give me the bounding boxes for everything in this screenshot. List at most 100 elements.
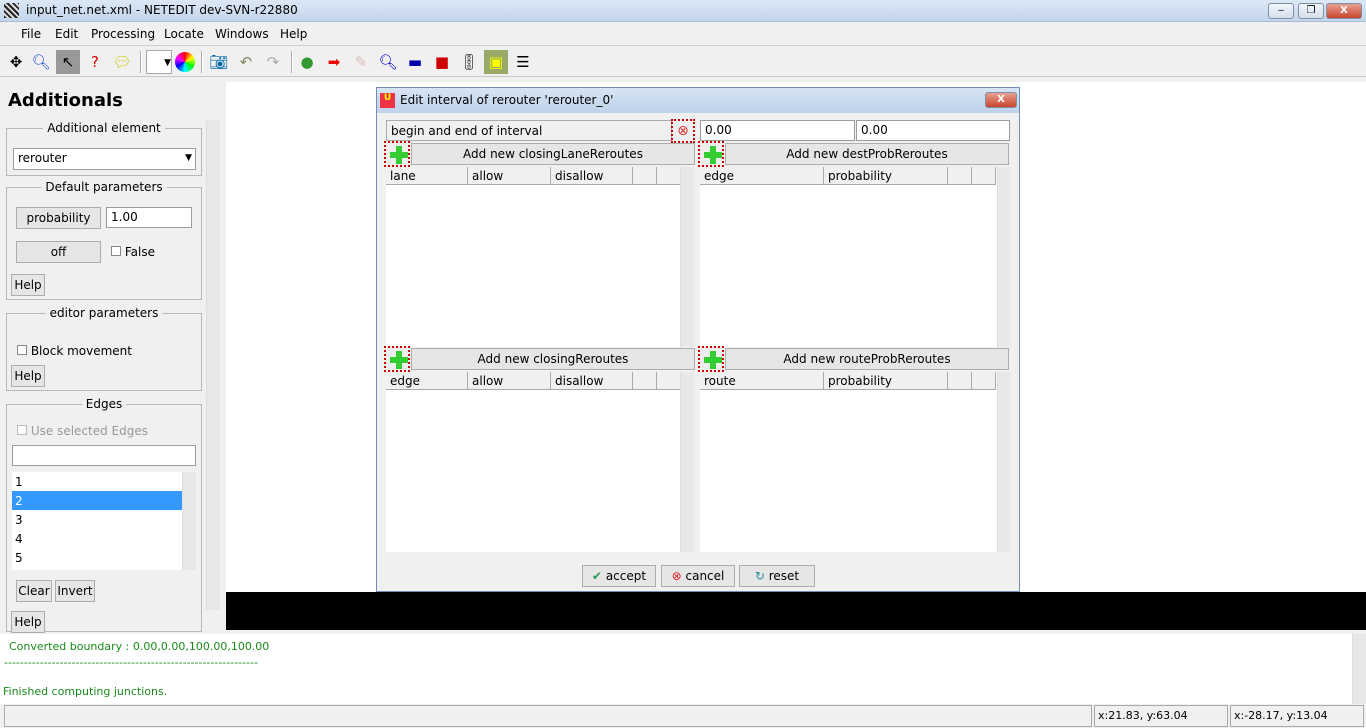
column-header[interactable]: allow — [468, 167, 551, 185]
add-route-prob-reroutes-button[interactable]: Add new routeProbReroutes — [725, 348, 1009, 370]
closing-lane-table: lane allow disallow — [386, 167, 694, 347]
inspect-icon[interactable]: ↖ — [56, 50, 80, 74]
additional-element-select[interactable]: rerouter ▼ — [13, 148, 196, 170]
chevron-down-icon: ▼ — [185, 153, 192, 163]
column-header[interactable]: edge — [386, 372, 468, 390]
probability-button[interactable]: probability — [16, 207, 101, 229]
invert-button[interactable]: Invert — [55, 580, 95, 602]
begin-input[interactable]: 0.00 — [700, 120, 855, 141]
close-button[interactable]: X — [1326, 3, 1362, 19]
menu-locate[interactable]: Locate — [164, 27, 204, 41]
add-dest-prob-icon[interactable] — [698, 141, 724, 167]
column-header[interactable]: edge — [700, 167, 824, 185]
reset-button[interactable]: ↻ reset — [739, 565, 815, 587]
column-header — [972, 167, 996, 185]
table-scrollbar[interactable] — [997, 372, 1011, 552]
help-button[interactable]: Help — [11, 611, 45, 633]
column-header[interactable]: lane — [386, 167, 468, 185]
false-checkbox[interactable]: False — [111, 245, 155, 259]
eraser-icon[interactable]: ✎ — [349, 50, 373, 74]
closing-table: edge allow disallow — [386, 372, 694, 552]
menu-file[interactable]: File — [21, 27, 41, 41]
help-button[interactable]: Help — [11, 365, 45, 387]
reset-icon: ↻ — [754, 569, 765, 583]
probability-input[interactable]: 1.00 — [106, 207, 192, 228]
table-scrollbar[interactable] — [997, 167, 1011, 347]
list-item[interactable]: 4 — [12, 529, 196, 548]
table-scrollbar[interactable] — [680, 372, 694, 552]
maximize-button[interactable]: ❐ — [1298, 3, 1324, 19]
edges-search-input[interactable] — [12, 445, 196, 466]
add-route-prob-icon[interactable] — [698, 346, 724, 372]
undo-icon[interactable]: ↶ — [234, 50, 258, 74]
edit-interval-dialog: U Edit interval of rerouter 'rerouter_0'… — [376, 87, 1020, 592]
junction-icon[interactable]: ■ — [430, 50, 454, 74]
rerouter-icon: U — [380, 93, 395, 108]
list-item[interactable]: 5 — [12, 548, 196, 567]
list-item[interactable]: 1 — [12, 472, 196, 491]
column-header — [657, 372, 681, 390]
add-dest-prob-reroutes-button[interactable]: Add new destProbReroutes — [725, 143, 1009, 165]
mode-dropdown[interactable]: ▼ — [146, 50, 172, 74]
group-label: Edges — [81, 397, 127, 411]
status-coord-geo: x:-28.17, y:13.04 — [1230, 705, 1364, 727]
remove-icon[interactable]: ⊗ — [671, 119, 695, 143]
color-wheel-icon[interactable] — [175, 52, 195, 72]
list-icon[interactable]: ☰ — [511, 50, 535, 74]
column-header[interactable]: probability — [824, 167, 948, 185]
connection-icon[interactable]: ● — [295, 50, 319, 74]
column-header[interactable]: probability — [824, 372, 948, 390]
end-input[interactable]: 0.00 — [856, 120, 1010, 141]
use-selected-edges-checkbox[interactable]: Use selected Edges — [17, 424, 148, 438]
selected-value: rerouter — [18, 151, 67, 165]
menu-help[interactable]: Help — [280, 27, 307, 41]
add-closing-lane-icon[interactable] — [384, 141, 410, 167]
arrow-icon[interactable]: ➡ — [322, 50, 346, 74]
additional-icon[interactable]: ▣ — [484, 50, 508, 74]
add-closing-icon[interactable] — [384, 346, 410, 372]
title-bar: input_net.net.xml - NETEDIT dev-SVN-r228… — [0, 0, 1366, 22]
group-label: Default parameters — [41, 180, 167, 194]
canvas-bottom — [226, 592, 1366, 630]
log-line: Finished computing junctions. — [3, 685, 168, 698]
column-header[interactable]: disallow — [551, 372, 633, 390]
search-icon[interactable]: 🔍︎ — [376, 50, 400, 74]
zoom-icon[interactable]: 🔍︎ — [29, 50, 53, 74]
log-scrollbar[interactable] — [1352, 634, 1366, 704]
lane-icon[interactable]: ▬ — [403, 50, 427, 74]
accept-button[interactable]: ✔ accept — [582, 565, 656, 587]
menu-processing[interactable]: Processing — [91, 27, 155, 41]
separator — [140, 51, 142, 73]
clear-button[interactable]: Clear — [16, 580, 52, 602]
column-header[interactable]: disallow — [551, 167, 633, 185]
cancel-button[interactable]: ⊗ cancel — [661, 565, 735, 587]
route-prob-table: route probability — [700, 372, 1011, 552]
delete-icon[interactable]: ? — [83, 50, 107, 74]
dialog-close-button[interactable]: X — [985, 92, 1017, 108]
list-item[interactable]: 3 — [12, 510, 196, 529]
menu-edit[interactable]: Edit — [55, 27, 78, 41]
checkbox-label: False — [124, 245, 155, 259]
column-header[interactable]: route — [700, 372, 824, 390]
traffic-light-icon[interactable]: 🚦︎ — [457, 50, 481, 74]
left-panel-scrollbar[interactable] — [206, 120, 220, 610]
add-closing-lane-reroutes-button[interactable]: Add new closingLaneReroutes — [411, 143, 695, 165]
block-movement-checkbox[interactable]: Block movement — [17, 344, 132, 358]
app-icon — [4, 3, 19, 18]
help-button[interactable]: Help — [11, 274, 45, 296]
edges-list-scrollbar[interactable] — [182, 472, 196, 570]
off-button[interactable]: off — [16, 241, 101, 263]
move-icon[interactable]: ✥ — [4, 50, 28, 74]
select-icon[interactable]: 💬︎ — [110, 50, 134, 74]
log-line: Converted boundary : 0.00,0.00,100.00,10… — [9, 640, 270, 653]
list-item-selected[interactable]: 2 — [12, 491, 182, 510]
minimize-button[interactable]: ‒ — [1268, 3, 1294, 19]
checkbox-label: Use selected Edges — [30, 424, 148, 438]
menu-windows[interactable]: Windows — [215, 27, 269, 41]
table-scrollbar[interactable] — [680, 167, 694, 347]
column-header[interactable]: allow — [468, 372, 551, 390]
redo-icon[interactable]: ↷ — [261, 50, 285, 74]
button-label: cancel — [685, 569, 725, 583]
screenshot-icon[interactable]: 📷︎ — [207, 50, 231, 74]
add-closing-reroutes-button[interactable]: Add new closingReroutes — [411, 348, 695, 370]
